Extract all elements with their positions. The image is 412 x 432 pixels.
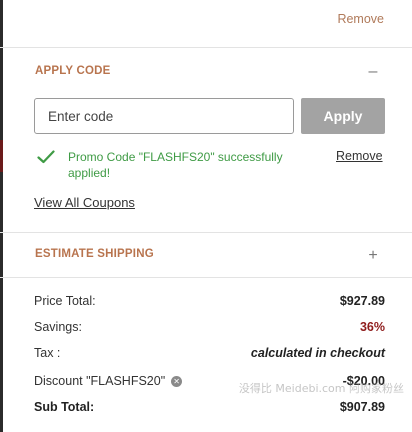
tax-label: Tax : <box>34 346 61 360</box>
cart-summary-panel: Remove APPLY CODE – Apply Promo Code "FL… <box>0 0 412 432</box>
divider <box>0 232 412 233</box>
left-edge-accent <box>0 140 3 172</box>
remove-item-link[interactable]: Remove <box>337 12 384 26</box>
close-circle-icon[interactable]: ✕ <box>171 376 183 387</box>
divider <box>0 277 412 278</box>
promo-success-message: Promo Code "FLASHFS20" successfully appl… <box>68 150 283 180</box>
savings-value: 36% <box>359 320 385 334</box>
promo-code-input[interactable] <box>34 98 294 134</box>
discount-label: Discount "FLASHFS20" <box>34 374 166 388</box>
expand-toggle-icon[interactable]: + <box>366 248 380 264</box>
left-edge-border <box>0 0 3 432</box>
apply-code-button[interactable]: Apply <box>301 98 385 134</box>
subtotal-value: $907.89 <box>339 400 385 414</box>
collapse-toggle-icon[interactable]: – <box>366 64 380 80</box>
view-all-coupons-link[interactable]: View All Coupons <box>34 195 135 210</box>
price-total-label: Price Total: <box>34 294 96 308</box>
tax-value: calculated in checkout <box>250 346 385 360</box>
subtotal-label: Sub Total: <box>34 400 95 414</box>
discount-row-label: Discount "FLASHFS20" ✕ <box>34 374 183 388</box>
discount-value: -$20.00 <box>342 374 385 388</box>
remove-promo-link[interactable]: Remove <box>336 149 383 163</box>
divider <box>0 47 412 48</box>
price-total-value: $927.89 <box>339 294 385 308</box>
apply-code-title: APPLY CODE <box>35 65 111 77</box>
checkmark-icon <box>37 150 55 164</box>
estimate-shipping-title[interactable]: ESTIMATE SHIPPING <box>35 248 154 260</box>
savings-label: Savings: <box>34 320 82 334</box>
